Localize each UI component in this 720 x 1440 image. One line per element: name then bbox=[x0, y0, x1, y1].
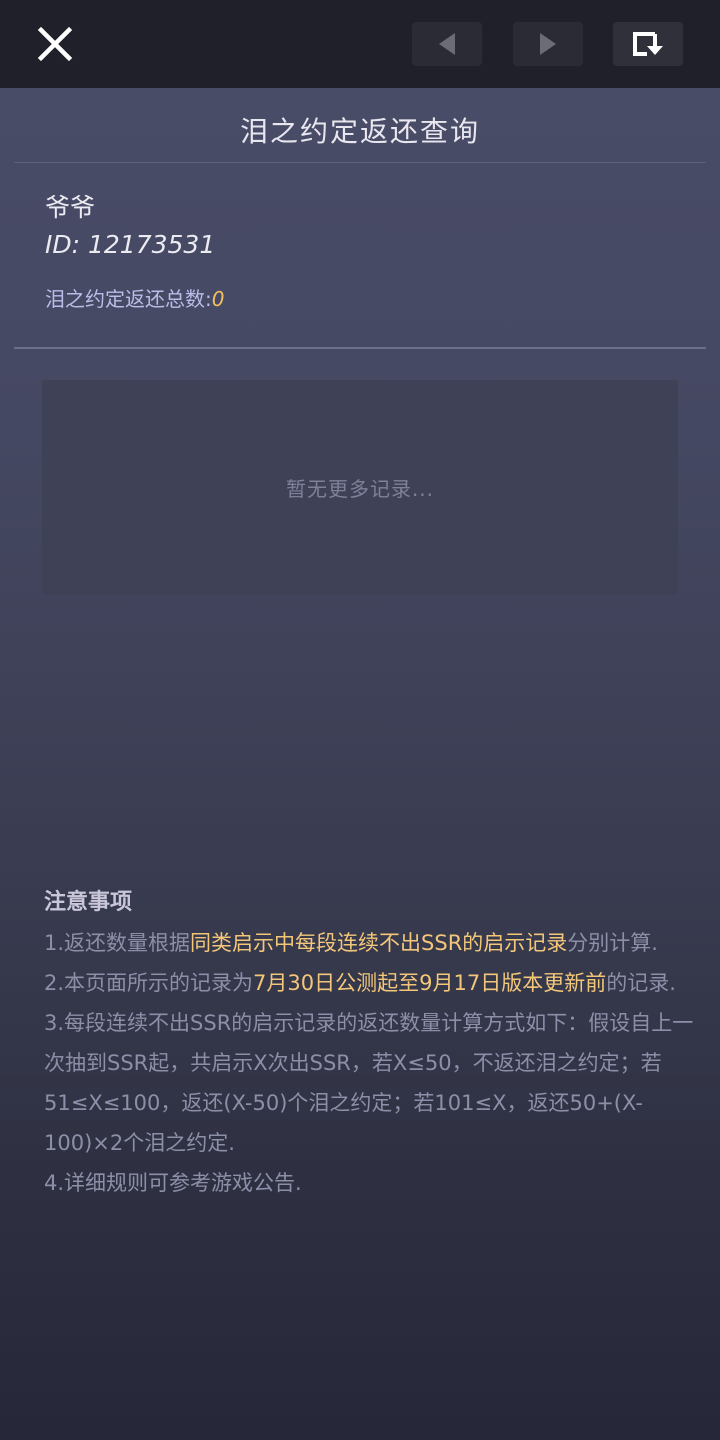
chevron-right-icon bbox=[540, 33, 556, 55]
forward-button[interactable] bbox=[513, 22, 583, 66]
back-button[interactable] bbox=[412, 22, 482, 66]
divider bbox=[14, 162, 706, 163]
refresh-button[interactable] bbox=[613, 22, 683, 66]
empty-records-text: 暂无更多记录... bbox=[285, 477, 435, 501]
note-item: 4.详细规则可参考游戏公告. bbox=[44, 1171, 302, 1195]
player-id: ID: 12173531 bbox=[45, 230, 216, 259]
refresh-icon bbox=[633, 32, 663, 56]
divider bbox=[14, 347, 706, 349]
notes-title: 注意事项 bbox=[44, 890, 133, 915]
page-title: 泪之约定返还查询 bbox=[239, 115, 480, 148]
return-total-value: 0 bbox=[211, 287, 225, 311]
return-total-label: 泪之约定返还总数: bbox=[45, 287, 212, 311]
records-list: 暂无更多记录... bbox=[42, 380, 678, 595]
close-button[interactable] bbox=[30, 22, 80, 66]
notes-section: 注意事项 1.返还数量根据同类启示中每段连续不出SSR的启示记录分别计算. 2.… bbox=[44, 883, 694, 1203]
note-item: 2.本页面所示的记录为7月30日公测起至9月17日版本更新前的记录. bbox=[44, 971, 676, 995]
close-icon bbox=[37, 26, 73, 62]
return-total: 泪之约定返还总数:0 bbox=[45, 283, 224, 312]
player-name: 爷爷 bbox=[45, 193, 96, 222]
note-item: 1.返还数量根据同类启示中每段连续不出SSR的启示记录分别计算. bbox=[44, 931, 658, 955]
note-item: 3.每段连续不出SSR的启示记录的返还数量计算方式如下：假设自上一次抽到SSR起… bbox=[44, 1011, 694, 1155]
top-toolbar bbox=[0, 0, 720, 88]
chevron-left-icon bbox=[439, 33, 455, 55]
